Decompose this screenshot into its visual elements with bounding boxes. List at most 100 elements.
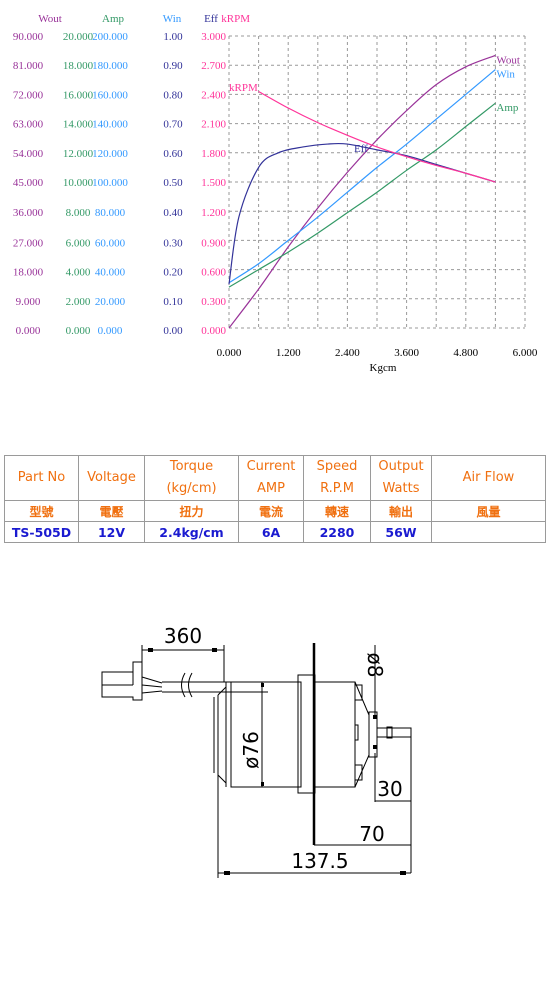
- y-tick-wout: 54.000: [13, 148, 44, 160]
- motor-dimension-drawing: 360 ø76 ø8 30 70 137.5: [101, 624, 412, 878]
- series-label-wout: Wout: [496, 54, 520, 66]
- y-tick-eff: 0.40: [163, 207, 183, 219]
- x-tick-label: 4.800: [453, 347, 478, 359]
- y-tick-eff: 0.70: [163, 119, 183, 131]
- x-tick-label: 1.200: [276, 347, 301, 359]
- y-tick-krpm: 0.000: [201, 325, 226, 337]
- cell-voltage: 12V: [78, 521, 145, 543]
- y-tick-wout: 63.000: [13, 119, 44, 131]
- axis-header-krpm: kRPM: [221, 13, 250, 25]
- y-tick-win: 80.000: [95, 207, 126, 219]
- spec-header-row: Part No Voltage Torque (kg/cm) Current AMP…: [4, 455, 546, 501]
- chart-series: Wout Win Amp Eff kRPM: [228, 54, 520, 329]
- axis-header-amp: Amp: [102, 13, 125, 25]
- y-tick-amp: 12.000: [63, 148, 94, 160]
- y-tick-win: 0.000: [98, 325, 123, 337]
- y-tick-win: 60.000: [95, 237, 126, 249]
- dimension-shaft-diameter: ø8: [363, 653, 387, 678]
- axis-header-win: Win: [163, 13, 182, 25]
- dimension-lead-length: 360: [164, 624, 202, 648]
- dimension-shaft-length: 30: [377, 777, 402, 801]
- y-tick-win: 180.000: [92, 60, 128, 72]
- x-tick-label: 2.400: [335, 347, 360, 359]
- y-tick-amp: 10.000: [63, 177, 94, 189]
- x-tick-label: 6.000: [513, 347, 538, 359]
- axis-header-eff: Eff: [204, 13, 218, 25]
- header-output: Output Watts: [370, 455, 432, 501]
- x-tick-label: 0.000: [217, 347, 242, 359]
- y-tick-win: 120.000: [92, 148, 128, 160]
- dimension-body-diameter: ø76: [239, 731, 263, 769]
- y-tick-amp: 2.000: [66, 296, 91, 308]
- y-tick-amp: 8.000: [66, 207, 91, 219]
- cell-speed: 2280: [303, 521, 371, 543]
- x-tick-label: 3.600: [394, 347, 419, 359]
- y-tick-krpm: 2.400: [201, 89, 226, 101]
- connector-plug: [101, 661, 143, 701]
- y-tick-win: 140.000: [92, 119, 128, 131]
- y-tick-wout: 90.000: [13, 31, 44, 43]
- y-tick-amp: 20.000: [63, 31, 94, 43]
- header-air-flow: Air Flow: [431, 455, 546, 501]
- cell-torque: 2.4kg/cm: [144, 521, 239, 543]
- header-voltage: Voltage: [78, 455, 145, 501]
- header-speed: Speed R.P.M: [303, 455, 371, 501]
- y-tick-krpm: 3.000: [201, 31, 226, 43]
- y-tick-wout: 36.000: [13, 207, 44, 219]
- y-tick-amp: 4.000: [66, 267, 91, 279]
- lead-wires: [141, 676, 268, 694]
- y-tick-eff: 0.60: [163, 148, 183, 160]
- series-line-wout: [228, 54, 496, 329]
- y-tick-krpm: 0.900: [201, 237, 226, 249]
- dimension-front-length: 70: [359, 822, 384, 846]
- y-tick-krpm: 1.200: [201, 207, 226, 219]
- y-tick-amp: 0.000: [66, 325, 91, 337]
- y-tick-amp: 14.000: [63, 119, 94, 131]
- series-label-amp: Amp: [496, 102, 519, 114]
- axis-header-wout: Wout: [38, 13, 62, 25]
- y-tick-wout: 18.000: [13, 267, 44, 279]
- motor-shaft: [376, 727, 412, 738]
- y-tick-win: 100.000: [92, 177, 128, 189]
- header-part-no: Part No: [4, 455, 79, 501]
- x-axis-tick-labels: 0.000 1.200 2.400 3.600 4.800 6.000: [217, 347, 538, 359]
- series-line-amp: [228, 102, 496, 288]
- cell-output: 56W: [370, 521, 432, 543]
- y-tick-krpm: 2.700: [201, 60, 226, 72]
- y-tick-amp: 16.000: [63, 89, 94, 101]
- dimension-total-length: 137.5: [291, 849, 348, 873]
- y-tick-wout: 9.000: [16, 296, 41, 308]
- series-line-win: [228, 69, 496, 284]
- y-tick-win: 40.000: [95, 267, 126, 279]
- y-tick-eff: 0.50: [163, 177, 183, 189]
- y-tick-amp: 6.000: [66, 237, 91, 249]
- y-axis-tick-labels: Wout 90.000 81.000 72.000 63.000 54.000 45.000…: [13, 13, 250, 337]
- motor-spec-table: Part No Voltage Torque (kg/cm) Current AMP…: [4, 455, 546, 543]
- y-tick-wout: 0.000: [16, 325, 41, 337]
- front-housing: [314, 681, 356, 788]
- y-tick-krpm: 0.600: [201, 267, 226, 279]
- y-tick-krpm: 1.500: [201, 177, 226, 189]
- zh-header-speed: 轉速: [303, 500, 371, 522]
- motor-performance-chart: Wout 90.000 81.000 72.000 63.000 54.000 45.000…: [13, 13, 538, 374]
- y-tick-eff: 0.90: [163, 60, 183, 72]
- y-tick-krpm: 0.300: [201, 296, 226, 308]
- zh-header-output: 輸出: [370, 500, 432, 522]
- y-tick-krpm: 1.800: [201, 148, 226, 160]
- chart-grid: [228, 35, 526, 329]
- y-tick-eff: 0.30: [163, 237, 183, 249]
- y-tick-wout: 45.000: [13, 177, 44, 189]
- zh-header-voltage: 電壓: [78, 500, 145, 522]
- series-label-krpm: kRPM: [229, 82, 258, 94]
- cell-air-flow: [431, 521, 546, 543]
- y-tick-wout: 81.000: [13, 60, 44, 72]
- y-tick-eff: 0.10: [163, 296, 183, 308]
- y-tick-eff: 0.80: [163, 89, 183, 101]
- wire-break-mark: [181, 672, 193, 698]
- y-tick-krpm: 2.100: [201, 119, 226, 131]
- header-current: Current AMP: [238, 455, 304, 501]
- y-tick-win: 20.000: [95, 296, 126, 308]
- series-label-eff: Eff: [354, 143, 368, 155]
- x-axis-label: Kgcm: [370, 362, 397, 374]
- series-label-win: Win: [496, 69, 515, 81]
